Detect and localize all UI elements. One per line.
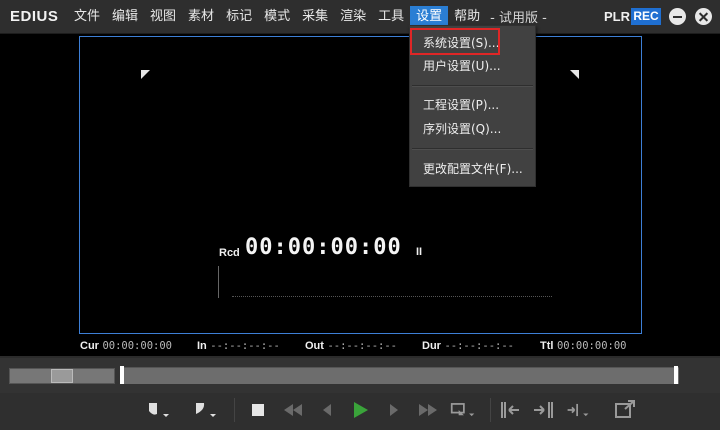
audio-waveform [232,296,552,298]
step-back-icon[interactable] [314,398,340,422]
shuttle-knob[interactable] [51,369,73,383]
export-icon[interactable] [565,398,591,422]
timecode-value: 00:00:00:00 [245,235,402,260]
dur-timecode: Dur --:--:--:-- [422,340,514,352]
menu-item-change-profile[interactable]: 更改配置文件(F)... [410,158,535,180]
rec-mode-badge[interactable]: REC [631,8,661,25]
loop-icon[interactable] [450,398,476,422]
plr-mode-label[interactable]: PLR [604,9,630,24]
menu-separator [412,148,533,150]
step-forward-icon[interactable] [381,398,407,422]
insert-icon[interactable] [498,398,524,422]
close-icon[interactable] [695,8,712,25]
menu-item-sequence-settings[interactable]: 序列设置(Q)... [410,118,535,140]
menu-mode[interactable]: 模式 [258,6,296,28]
mark-out-icon[interactable] [192,398,218,422]
position-start-marker[interactable] [120,366,124,384]
minimize-icon[interactable] [669,8,686,25]
trial-label: - 试用版 - [490,11,547,26]
menu-render[interactable]: 渲染 [334,6,372,28]
highlight-box [410,28,500,55]
ttl-timecode: Ttl 00:00:00:00 [540,340,627,352]
corner-marker-icon [570,70,579,79]
corner-marker-icon [141,70,150,79]
timecode-label: Rcd [219,247,240,259]
separator [490,398,491,422]
in-timecode: In --:--:--:-- [197,340,280,352]
out-timecode: Out --:--:--:-- [305,340,397,352]
stop-icon[interactable] [245,398,271,422]
menu-separator [412,85,533,87]
play-icon[interactable] [347,398,373,422]
menu-view[interactable]: 视图 [144,6,182,28]
app-logo: EDIUS [10,8,59,25]
pause-indicator: II [416,246,423,258]
menu-clip[interactable]: 素材 [182,6,220,28]
audio-meter-line [218,266,219,298]
menu-file[interactable]: 文件 [68,6,106,28]
rewind-icon[interactable] [280,398,306,422]
safe-area-frame [79,36,642,334]
position-end-marker[interactable] [674,366,678,384]
menu-item-project-settings[interactable]: 工程设置(P)... [410,94,535,116]
separator [234,398,235,422]
menu-tools[interactable]: 工具 [372,6,410,28]
overwrite-icon[interactable] [530,398,556,422]
output-icon[interactable] [612,398,638,422]
position-slider[interactable] [120,367,679,384]
menu-capture[interactable]: 采集 [296,6,334,28]
menu-marker[interactable]: 标记 [220,6,258,28]
fast-forward-icon[interactable] [415,398,441,422]
mark-in-icon[interactable] [145,398,171,422]
menu-edit[interactable]: 编辑 [106,6,144,28]
menu-item-user-settings[interactable]: 用户设置(U)... [410,55,535,77]
cur-timecode: Cur 00:00:00:00 [80,340,172,352]
